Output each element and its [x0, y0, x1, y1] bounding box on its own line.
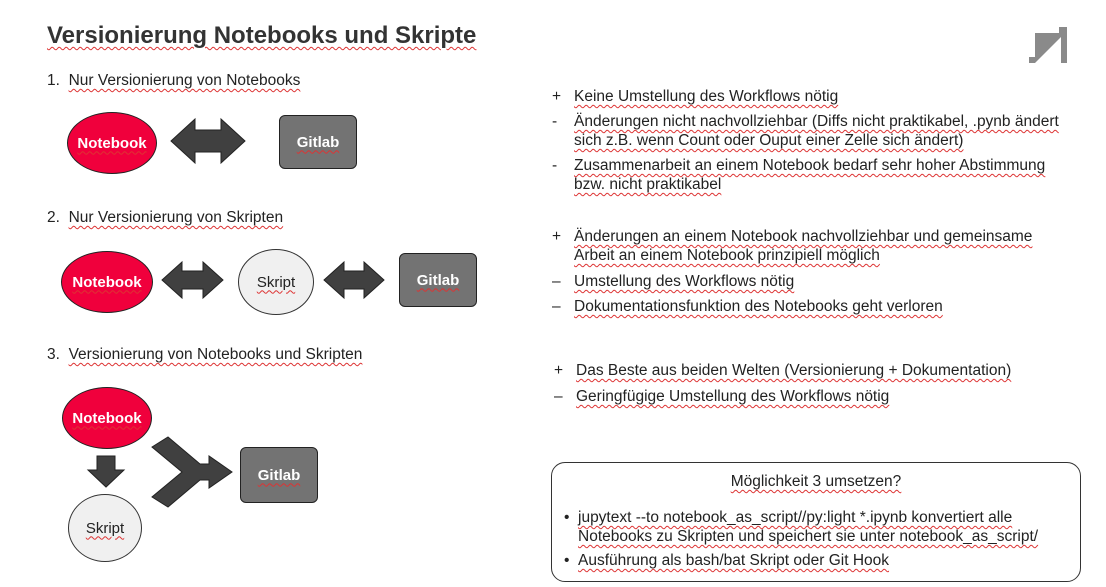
callout-title: Möglichkeit 3 umsetzen?: [730, 473, 902, 490]
gitlab-node: Gitlab: [279, 115, 357, 169]
notebook-node: Notebook: [61, 251, 153, 313]
notebook-node: Notebook: [62, 387, 152, 449]
callout-box: Möglichkeit 3 umsetzen? • jupytext --to …: [551, 462, 1081, 582]
con-point: - Zusammenarbeit an einem Notebook bedarf…: [552, 157, 1046, 193]
con-point: – Geringfügige Umstellung des Workflows n…: [554, 388, 890, 405]
double-arrow-icon: [170, 117, 246, 165]
pro-point: + Änderungen an einem Notebook nachvollzi…: [552, 228, 1033, 264]
con-point: - Änderungen nicht nachvollziehbar (Diffs…: [552, 113, 1059, 149]
double-arrow-icon: [161, 260, 224, 300]
pro-point: + Keine Umstellung des Workflows nötig: [552, 88, 839, 105]
notebook-node: Notebook: [67, 112, 157, 174]
merge-arrow-icon: [151, 436, 233, 508]
gitlab-node: Gitlab: [240, 447, 318, 503]
con-point: – Dokumentationsfunktion des Notebooks ge…: [552, 298, 943, 315]
down-arrow-icon: [86, 455, 126, 488]
gitlab-node: Gitlab: [399, 253, 477, 307]
skript-node: Skript: [68, 494, 142, 562]
double-arrow-icon: [323, 260, 385, 300]
con-point: – Umstellung des Workflows nötig: [552, 273, 795, 290]
skript-node: Skript: [238, 249, 314, 315]
pro-point: + Das Beste aus beiden Welten (Versionier…: [554, 362, 1012, 379]
